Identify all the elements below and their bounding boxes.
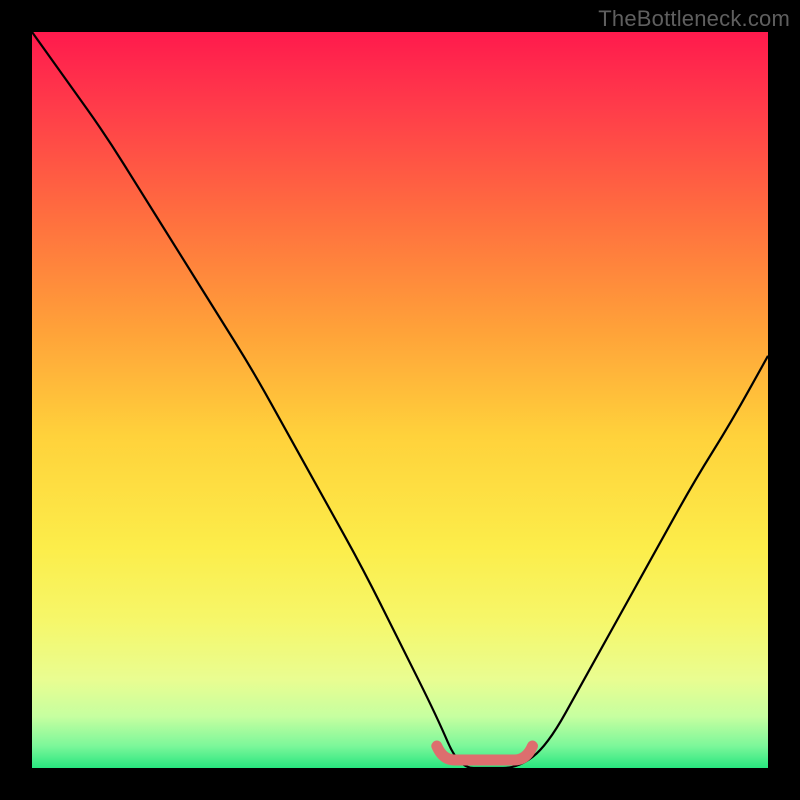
chart-svg <box>32 32 768 768</box>
watermark-text: TheBottleneck.com <box>598 6 790 32</box>
chart-background <box>32 32 768 768</box>
chart-frame: TheBottleneck.com <box>0 0 800 800</box>
chart-plot-area <box>32 32 768 768</box>
